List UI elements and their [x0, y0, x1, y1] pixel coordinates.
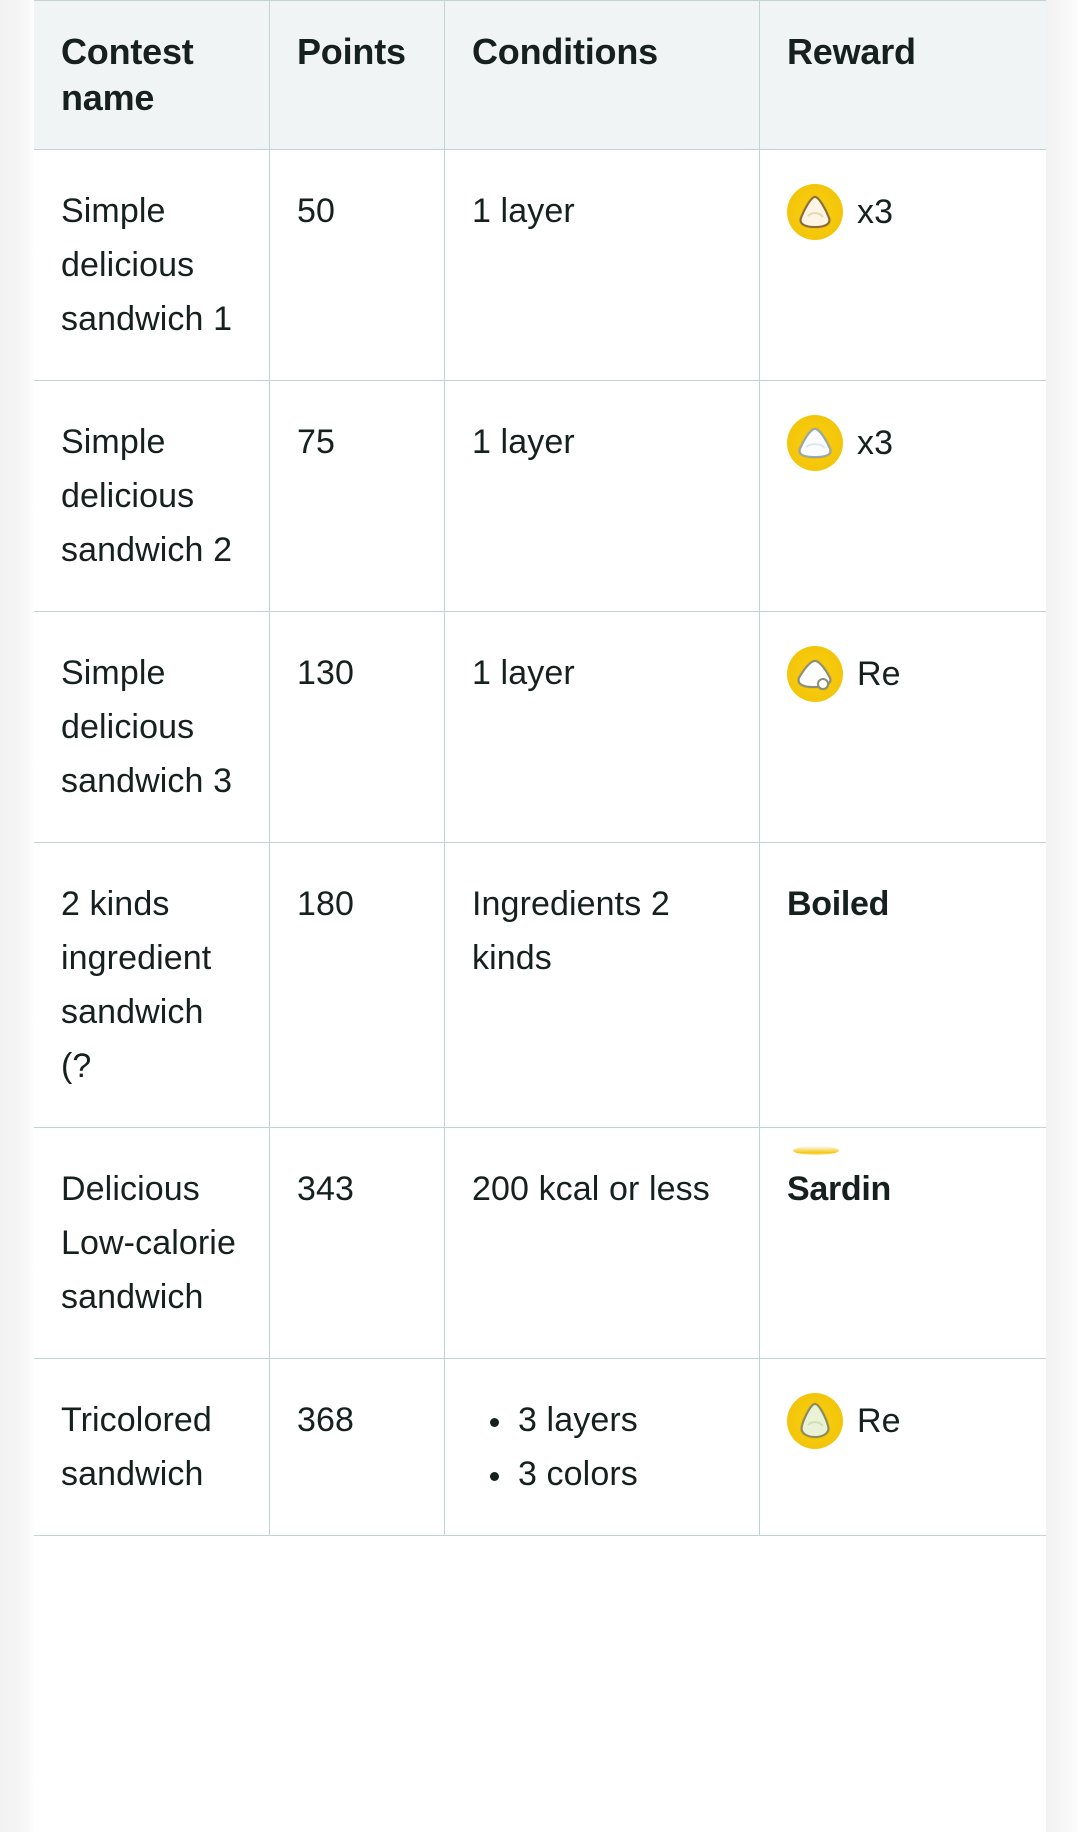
table-row: Tricolored sandwich 368 3 layers 3 color… — [33, 1358, 1080, 1536]
reward-label: Re — [857, 1402, 901, 1440]
column-header-points[interactable]: Points — [269, 0, 445, 150]
table-body: Simple delicious sandwich 1 50 1 layer x — [33, 149, 1080, 1536]
cell-contest-name: Tricolored sandwich — [33, 1358, 270, 1536]
clipped-item-icon: Sardin — [787, 1146, 892, 1216]
scroll-shadow-left — [0, 0, 34, 1832]
table-header: Contest name Points Conditions Reward — [33, 0, 1080, 150]
reward-label: Boiled — [787, 885, 890, 923]
rice-ball-cream-icon — [787, 184, 843, 240]
contest-table-wrapper: Contest name Points Conditions Reward Si… — [33, 0, 1080, 1832]
cell-conditions: 1 layer — [444, 149, 760, 381]
list-item: 3 layers — [514, 1393, 733, 1447]
cell-contest-name: 2 kinds ingredient sandwich (? — [33, 842, 270, 1128]
gold-coin-sliver-icon — [793, 1146, 839, 1155]
reward-label: Sardin — [787, 1170, 892, 1208]
column-header-contest-name[interactable]: Contest name — [33, 0, 270, 150]
cell-reward: x3 — [759, 149, 1080, 381]
cell-conditions: 1 layer — [444, 380, 760, 612]
cell-points: 180 — [269, 842, 445, 1128]
rice-ball-white-icon — [787, 415, 843, 471]
cell-contest-name: Simple delicious sandwich 3 — [33, 611, 270, 843]
conditions-list: 3 layers 3 colors — [472, 1393, 733, 1501]
reward-label: x3 — [857, 424, 894, 462]
cell-reward: Boiled — [759, 842, 1080, 1128]
table-row: Delicious Low-calorie sandwich 343 200 k… — [33, 1127, 1080, 1359]
table-row: 2 kinds ingredient sandwich (? 180 Ingre… — [33, 842, 1080, 1128]
column-header-reward[interactable]: Reward — [759, 0, 1080, 150]
column-header-conditions[interactable]: Conditions — [444, 0, 760, 150]
horizontal-scroll-container[interactable]: Contest name Points Conditions Reward Si… — [0, 0, 1080, 1832]
table-header-row: Contest name Points Conditions Reward — [33, 0, 1080, 150]
cell-conditions: Ingredients 2 kinds — [444, 842, 760, 1128]
reward-label: x3 — [857, 193, 894, 231]
cell-points: 343 — [269, 1127, 445, 1359]
cell-conditions: 200 kcal or less — [444, 1127, 760, 1359]
cell-points: 75 — [269, 380, 445, 612]
cell-contest-name: Simple delicious sandwich 1 — [33, 149, 270, 381]
contest-table: Contest name Points Conditions Reward Si… — [33, 0, 1080, 1536]
cell-contest-name: Simple delicious sandwich 2 — [33, 380, 270, 612]
cell-points: 50 — [269, 149, 445, 381]
cell-contest-name: Delicious Low-calorie sandwich — [33, 1127, 270, 1359]
cell-reward: Re — [759, 1358, 1080, 1536]
table-row: Simple delicious sandwich 1 50 1 layer x — [33, 149, 1080, 381]
cell-reward: Re — [759, 611, 1080, 843]
rice-ball-green-icon — [787, 1393, 843, 1449]
cell-reward: Sardin — [759, 1127, 1080, 1359]
reward-label: Re — [857, 655, 901, 693]
cell-conditions: 1 layer — [444, 611, 760, 843]
table-row: Simple delicious sandwich 2 75 1 layer x — [33, 380, 1080, 612]
list-item: 3 colors — [514, 1447, 733, 1501]
cell-points: 368 — [269, 1358, 445, 1536]
cell-reward: x3 — [759, 380, 1080, 612]
cell-points: 130 — [269, 611, 445, 843]
rice-ball-pale-icon — [787, 646, 843, 702]
cell-conditions: 3 layers 3 colors — [444, 1358, 760, 1536]
table-row: Simple delicious sandwich 3 130 1 layer — [33, 611, 1080, 843]
